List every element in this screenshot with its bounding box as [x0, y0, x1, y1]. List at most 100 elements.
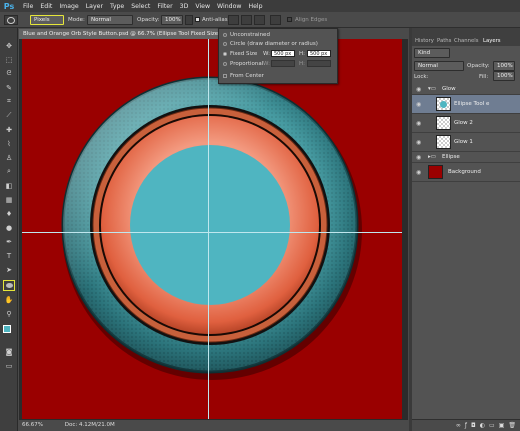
move-icon[interactable]: ✥ — [3, 40, 15, 51]
type-icon[interactable]: T — [3, 250, 15, 261]
visibility-eye-icon[interactable]: ◉ — [416, 86, 421, 93]
mask-icon[interactable]: ◘ — [471, 422, 476, 429]
option-fixed-size[interactable]: Fixed Size — [223, 51, 257, 57]
menu-type[interactable]: Type — [110, 3, 124, 10]
adjustment-icon[interactable]: ◐ — [480, 422, 485, 429]
from-center-label: From Center — [230, 73, 264, 79]
opacity-dropdown-button[interactable] — [185, 15, 193, 25]
zoom-icon[interactable]: ⚲ — [3, 308, 15, 319]
layer-row[interactable]: ◉ Glow 1 — [412, 133, 520, 152]
ellipse-options-popup: Unconstrained Circle (draw diameter or r… — [218, 28, 338, 84]
lasso-icon[interactable]: ᘓ — [3, 68, 15, 79]
visibility-eye-icon[interactable]: ◉ — [416, 169, 421, 176]
marquee-icon[interactable]: ⬚ — [3, 54, 15, 65]
visibility-eye-icon[interactable]: ◉ — [416, 120, 421, 127]
layer-thumbnail — [436, 97, 451, 111]
history-brush-icon[interactable]: ⌕ — [3, 166, 15, 177]
hand-icon[interactable]: ✋ — [3, 294, 15, 305]
quick-select-icon[interactable]: ✎ — [3, 82, 15, 93]
layer-group-glow[interactable]: ◉ ▾▭ Glow — [412, 84, 520, 95]
proportional-label: Proportional — [230, 61, 264, 67]
quick-mask-icon[interactable]: ◙ — [3, 346, 15, 357]
new-layer-icon[interactable]: ▣ — [499, 422, 505, 429]
mode-value: Normal — [91, 17, 111, 23]
crop-icon[interactable]: ⌗ — [3, 96, 15, 107]
radio-icon — [223, 42, 227, 46]
fixed-height-input[interactable]: 500 px — [307, 50, 331, 57]
tool-preset-picker[interactable] — [4, 15, 18, 25]
brush-icon[interactable]: ⌇ — [3, 138, 15, 149]
proportional-height-input[interactable] — [307, 60, 331, 67]
path-arrangement-button[interactable] — [254, 15, 265, 25]
settings-gear-icon[interactable] — [270, 15, 281, 25]
option-unconstrained[interactable]: Unconstrained — [223, 32, 270, 38]
option-proportional[interactable]: Proportional — [223, 61, 263, 67]
menu-image[interactable]: Image — [59, 3, 78, 10]
units-dropdown[interactable]: Pixels — [30, 15, 64, 25]
fill-field[interactable]: 100% — [493, 71, 515, 81]
menu-file[interactable]: File — [23, 3, 33, 10]
layer-opacity-field[interactable]: 100% — [493, 61, 515, 71]
document-size: Doc: 4.12M/21.0M — [64, 422, 115, 428]
menu-edit[interactable]: Edit — [40, 3, 52, 10]
dodge-icon[interactable]: ● — [3, 222, 15, 233]
option-circle[interactable]: Circle (draw diameter or radius) — [223, 41, 318, 47]
eraser-icon[interactable]: ◧ — [3, 180, 15, 191]
folder-icon[interactable]: ▭ — [489, 422, 495, 429]
tab-layers[interactable]: Layers — [483, 38, 501, 44]
kind-label: Kind — [418, 50, 431, 56]
layer-group-ellipse[interactable]: ◉ ▸▭ Ellipse — [412, 152, 520, 163]
blend-mode-dropdown[interactable]: Normal — [414, 61, 464, 71]
tab-paths[interactable]: Paths — [437, 38, 451, 44]
document-canvas[interactable] — [22, 39, 402, 419]
pen-icon[interactable]: ✒ — [3, 236, 15, 247]
menu-filter[interactable]: Filter — [157, 3, 172, 10]
horizontal-guide[interactable] — [22, 232, 402, 233]
healing-icon[interactable]: ✚ — [3, 124, 15, 135]
antialias-checkbox[interactable] — [195, 17, 200, 22]
screen-mode-icon[interactable]: ▭ — [3, 360, 15, 371]
menu-help[interactable]: Help — [248, 3, 262, 10]
clone-stamp-icon[interactable]: ♙ — [3, 152, 15, 163]
radio-icon — [223, 33, 227, 37]
layer-row-background[interactable]: ◉ Background — [412, 163, 520, 182]
visibility-eye-icon[interactable]: ◉ — [416, 139, 421, 146]
proportional-width-input[interactable] — [271, 60, 295, 67]
circle-label: Circle (draw diameter or radius) — [230, 41, 318, 47]
tab-channels[interactable]: Channels — [454, 38, 479, 44]
align-edges-checkbox[interactable] — [287, 17, 292, 22]
layer-row[interactable]: ◉ Glow 2 — [412, 114, 520, 133]
visibility-eye-icon[interactable]: ◉ — [416, 101, 421, 108]
opacity-value: 100% — [165, 17, 181, 23]
layer-row-selected[interactable]: ◉ Ellipse Tool e — [412, 95, 520, 114]
path-operations-button[interactable] — [228, 15, 239, 25]
menu-window[interactable]: Window — [217, 3, 241, 10]
fx-icon[interactable]: ƒ — [465, 422, 467, 429]
visibility-eye-icon[interactable]: ◉ — [416, 154, 421, 161]
ellipse-tool-icon[interactable] — [3, 280, 15, 291]
lock-label: Lock: — [414, 74, 429, 80]
opacity-field[interactable]: 100% — [161, 15, 183, 25]
mode-dropdown[interactable]: Normal — [87, 15, 133, 25]
menu-select[interactable]: Select — [131, 3, 150, 10]
zoom-level[interactable]: 66.67% — [22, 422, 43, 428]
menu-3d[interactable]: 3D — [180, 3, 189, 10]
eyedropper-icon[interactable]: ⟋ — [3, 110, 15, 121]
path-select-icon[interactable]: ➤ — [3, 264, 15, 275]
layer-filter-kind[interactable]: Kind — [414, 48, 450, 58]
layer-name: Glow 2 — [454, 120, 473, 126]
vertical-guide[interactable] — [208, 39, 209, 419]
menu-layer[interactable]: Layer — [86, 3, 103, 10]
unconstrained-label: Unconstrained — [230, 32, 270, 38]
document-tab[interactable]: Blue and Orange Orb Style Button.psd @ 6… — [19, 29, 219, 39]
trash-icon[interactable]: 🗑 — [508, 422, 516, 429]
path-alignment-button[interactable] — [241, 15, 252, 25]
menu-view[interactable]: View — [195, 3, 210, 10]
tab-history[interactable]: History — [415, 38, 434, 44]
option-from-center[interactable]: From Center — [223, 73, 264, 79]
link-layers-icon[interactable]: ∞ — [456, 422, 461, 429]
gradient-icon[interactable]: ▦ — [3, 194, 15, 205]
blur-icon[interactable]: ♦ — [3, 208, 15, 219]
fixed-width-input[interactable]: 500 px — [271, 50, 295, 57]
foreground-color-swatch[interactable] — [3, 325, 11, 333]
